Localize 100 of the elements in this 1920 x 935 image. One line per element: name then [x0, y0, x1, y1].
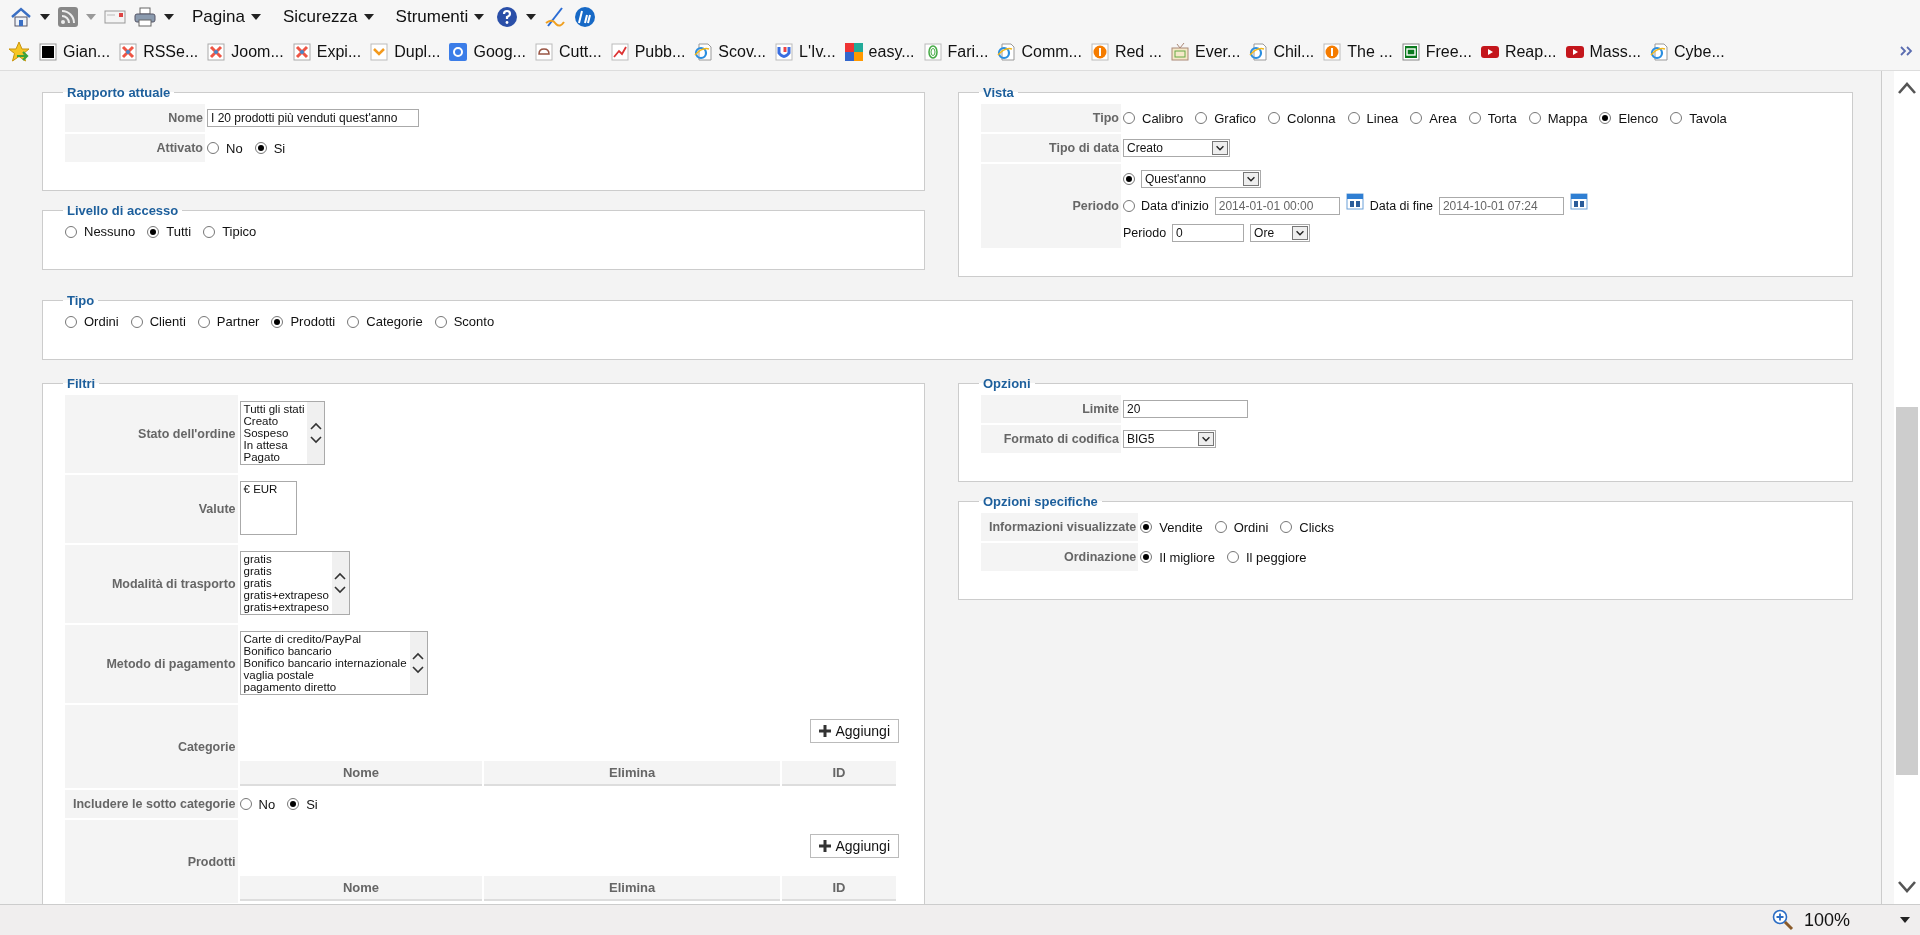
- column-header[interactable]: Elimina: [484, 761, 780, 786]
- radio-button[interactable]: [203, 225, 216, 238]
- list-option[interactable]: € EUR: [243, 483, 278, 495]
- chevron-up-icon[interactable]: [310, 422, 322, 430]
- list-option[interactable]: gratis+extrapeso: [243, 589, 329, 601]
- list-box[interactable]: Carte di credito/PayPal Bonifico bancario Bonifico bancario internazionale vaglia postale pagamento diretto: [239, 631, 428, 695]
- date-field[interactable]: 2014-01-01 00:00: [1214, 197, 1340, 215]
- printer-icon[interactable]: [134, 7, 156, 27]
- dropdown[interactable]: Quest'anno: [1141, 170, 1261, 188]
- favorite-link[interactable]: Mass...: [1565, 43, 1642, 61]
- home-icon[interactable]: [10, 6, 32, 28]
- column-header[interactable]: ID: [781, 761, 896, 786]
- menu-button[interactable]: Pagina: [188, 7, 265, 27]
- caret-icon[interactable]: [250, 14, 261, 20]
- radio-button[interactable]: [65, 225, 77, 238]
- star-icon[interactable]: [8, 41, 30, 63]
- column-header[interactable]: Nome: [239, 761, 483, 786]
- column-header[interactable]: Nome: [239, 876, 483, 901]
- scrollbar[interactable]: [1894, 71, 1920, 904]
- column-header[interactable]: ID: [781, 876, 896, 901]
- favorite-link[interactable]: easy...: [844, 43, 915, 61]
- scrollbar[interactable]: [409, 632, 427, 694]
- radio-button[interactable]: [254, 142, 267, 154]
- radio-button[interactable]: [207, 142, 219, 154]
- caret-icon[interactable]: [363, 14, 374, 20]
- radio-button[interactable]: [1670, 112, 1683, 124]
- chevron-down-icon[interactable]: [412, 666, 425, 674]
- list-option[interactable]: Tutti gli stati: [243, 403, 305, 415]
- chevron-down-icon[interactable]: [310, 436, 322, 444]
- chevron-up-icon[interactable]: [412, 652, 425, 660]
- add-button[interactable]: Aggiungi: [809, 834, 899, 858]
- favorite-link[interactable]: Cybe...: [1650, 43, 1725, 61]
- list-option[interactable]: gratis: [243, 577, 329, 589]
- favorite-link[interactable]: L'Iv...: [775, 43, 836, 61]
- favorite-link[interactable]: Free...: [1401, 43, 1472, 61]
- caret-icon[interactable]: [40, 14, 50, 20]
- caret-icon[interactable]: [526, 14, 537, 20]
- chevron-up-icon[interactable]: [334, 572, 347, 580]
- caret-icon[interactable]: [164, 14, 174, 20]
- radio-button[interactable]: [1280, 521, 1293, 533]
- radio-button[interactable]: [197, 315, 210, 328]
- list-option[interactable]: In attesa: [243, 439, 305, 451]
- radio-button[interactable]: [1226, 551, 1239, 563]
- favorite-link[interactable]: Red ...: [1090, 43, 1163, 61]
- chevron-up-icon[interactable]: [1897, 81, 1917, 95]
- favorite-link[interactable]: Ever...: [1171, 43, 1241, 61]
- caret-icon[interactable]: [474, 14, 485, 20]
- radio-button[interactable]: [1468, 112, 1481, 124]
- logo-icon[interactable]: [574, 6, 597, 28]
- favorite-link[interactable]: Pubb...: [610, 43, 686, 61]
- radio-button[interactable]: [1140, 521, 1153, 533]
- pen-icon[interactable]: [544, 6, 567, 28]
- list-option[interactable]: Bonifico bancario internazionale: [243, 657, 407, 669]
- rss-icon[interactable]: [58, 7, 78, 27]
- radio-button[interactable]: [1528, 112, 1541, 124]
- favorite-link[interactable]: Comm...: [997, 43, 1082, 61]
- list-option[interactable]: Sospeso: [243, 427, 305, 439]
- favorite-link[interactable]: Expi...: [292, 43, 362, 61]
- favorite-link[interactable]: Chil...: [1249, 43, 1315, 61]
- list-box[interactable]: Tutti gli stati Creato Sospeso In attesa Pagato: [239, 401, 326, 465]
- radio-button[interactable]: [1268, 112, 1281, 124]
- radio-button[interactable]: [239, 798, 252, 810]
- radio-button[interactable]: [1599, 112, 1612, 124]
- radio-button[interactable]: [1123, 200, 1135, 212]
- favorite-link[interactable]: Cutt...: [534, 43, 602, 61]
- list-box[interactable]: gratis gratis gratis gratis+extrapeso gratis+extrapeso: [239, 551, 350, 615]
- radio-button[interactable]: [287, 798, 300, 810]
- favorite-link[interactable]: Joom...: [207, 43, 284, 61]
- chevron-down-icon[interactable]: [334, 586, 347, 594]
- menu-button[interactable]: Sicurezza: [278, 7, 378, 27]
- chevron-right-icon[interactable]: [1900, 46, 1914, 56]
- favorite-link[interactable]: Reap...: [1480, 43, 1557, 61]
- radio-button[interactable]: [1347, 112, 1360, 124]
- favorite-link[interactable]: Goog...: [449, 43, 526, 61]
- radio-button[interactable]: [347, 315, 360, 328]
- scrollbar[interactable]: [331, 552, 349, 614]
- dropdown[interactable]: Ore: [1250, 224, 1311, 242]
- favorite-link[interactable]: The ...: [1323, 43, 1393, 61]
- radio-button[interactable]: [1410, 112, 1423, 124]
- favorite-link[interactable]: RSSe...: [119, 43, 199, 61]
- favorite-link[interactable]: Dupl...: [370, 43, 441, 61]
- radio-button[interactable]: [271, 315, 284, 328]
- radio-button[interactable]: [1195, 112, 1208, 124]
- text-field[interactable]: 0: [1172, 224, 1245, 242]
- radio-button[interactable]: [1123, 173, 1135, 185]
- mail-icon[interactable]: [104, 9, 126, 25]
- radio-button[interactable]: [147, 225, 160, 238]
- list-option[interactable]: vaglia postale: [243, 669, 407, 681]
- list-option[interactable]: Creato: [243, 415, 305, 427]
- favorite-link[interactable]: Fari...: [923, 43, 989, 61]
- scrollbar[interactable]: [307, 402, 325, 464]
- scroll-thumb[interactable]: [1896, 407, 1918, 775]
- radio-button[interactable]: [130, 315, 143, 328]
- list-option[interactable]: Pagato: [243, 451, 305, 463]
- radio-button[interactable]: [1214, 521, 1227, 533]
- column-header[interactable]: Elimina: [484, 876, 780, 901]
- favorite-link[interactable]: Gian...: [39, 43, 111, 61]
- radio-button[interactable]: [65, 315, 77, 328]
- list-option[interactable]: gratis: [243, 565, 329, 577]
- list-option[interactable]: Bonifico bancario: [243, 645, 407, 657]
